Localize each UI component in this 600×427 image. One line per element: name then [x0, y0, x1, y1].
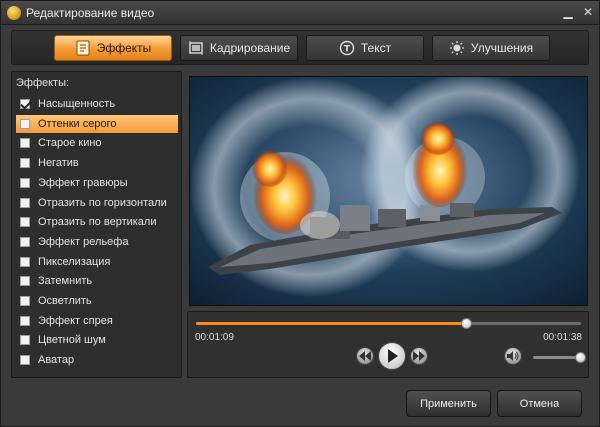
effect-label: Цветной шум [38, 334, 106, 347]
video-frame-image [190, 77, 587, 305]
speaker-icon [507, 351, 519, 361]
effect-checkbox[interactable] [20, 236, 30, 247]
effect-item[interactable]: Отразить по горизонтали [16, 194, 178, 212]
effect-label: Эффект гравюры [38, 176, 128, 189]
effect-item[interactable]: Отразить по вертикали [16, 213, 178, 231]
tab-label: Эффекты [96, 41, 152, 55]
apply-button[interactable]: Применить [406, 390, 491, 417]
effect-label: Негатив [38, 157, 79, 170]
video-preview [189, 76, 588, 306]
tab-bar: Эффекты Кадрирование T Текст Улучшения [11, 30, 589, 65]
effect-label: Отразить по вертикали [38, 216, 157, 229]
effects-panel-title: Эффекты: [16, 77, 70, 89]
effect-checkbox[interactable] [20, 138, 30, 149]
effects-icon [75, 40, 91, 56]
volume-slider[interactable] [533, 352, 586, 363]
volume-thumb[interactable] [575, 352, 586, 363]
effect-label: Эффект рельефа [38, 235, 129, 248]
progress-bar[interactable] [196, 318, 581, 329]
effect-item[interactable]: Осветлить [16, 292, 178, 310]
effect-item[interactable]: Затемнить [16, 272, 178, 290]
effect-checkbox[interactable] [20, 256, 30, 267]
text-icon: T [339, 40, 355, 56]
effect-item[interactable]: Цветной шум [16, 331, 178, 349]
rewind-icon [359, 351, 371, 361]
tab-label: Текст [360, 41, 392, 55]
effect-label: Эффект спрея [38, 314, 113, 327]
tab-label: Кадрирование [209, 41, 291, 55]
total-time: 00:01:38 [543, 332, 582, 343]
fast-forward-icon [413, 351, 425, 361]
effect-label: Осветлить [38, 295, 92, 307]
tab-text[interactable]: T Текст [306, 35, 424, 61]
effect-item[interactable]: Эффект рельефа [16, 233, 178, 251]
video-edit-window: Редактирование видео ▁ ✕ Эффекты Кадриро… [0, 0, 600, 427]
effect-checkbox[interactable] [20, 276, 30, 287]
effect-checkbox[interactable] [20, 197, 30, 208]
play-button[interactable] [378, 342, 406, 370]
effect-label: Затемнить [38, 275, 93, 288]
effect-label: Старое кино [38, 137, 102, 150]
effect-label: Насыщенность [38, 98, 116, 110]
effect-item[interactable]: Негатив [16, 154, 178, 172]
svg-text:T: T [344, 45, 351, 55]
progress-fill [196, 322, 466, 325]
brightness-icon [449, 40, 465, 56]
effect-item[interactable]: Эффект гравюры [16, 174, 178, 192]
effect-item[interactable]: Пикселизация [16, 253, 178, 271]
crop-icon [188, 40, 204, 56]
next-button[interactable] [410, 347, 428, 365]
window-title: Редактирование видео [26, 6, 155, 20]
tab-crop[interactable]: Кадрирование [180, 35, 298, 61]
tab-effects[interactable]: Эффекты [54, 35, 172, 61]
tab-enhancements[interactable]: Улучшения [432, 35, 550, 61]
cancel-button[interactable]: Отмена [497, 390, 582, 417]
minimize-button[interactable]: ▁ [559, 4, 577, 21]
effect-item[interactable]: Эффект спрея [16, 312, 178, 330]
effect-label: Пикселизация [38, 255, 111, 268]
effect-label: Отразить по горизонтали [38, 196, 167, 209]
progress-thumb[interactable] [460, 318, 472, 329]
effect-checkbox[interactable] [20, 335, 30, 346]
app-icon [7, 6, 21, 20]
effect-item[interactable]: Насыщенность [16, 95, 178, 113]
title-bar: Редактирование видео ▁ ✕ [1, 1, 599, 25]
player-panel: 00:01:09 00:01:38 [187, 311, 589, 378]
current-time: 00:01:09 [195, 332, 234, 343]
effect-item[interactable]: Оттенки серого [16, 114, 178, 133]
effect-item[interactable]: Аватар [16, 351, 178, 369]
tab-label: Улучшения [470, 41, 534, 55]
effect-checkbox[interactable] [20, 217, 30, 228]
effect-checkbox[interactable] [20, 355, 30, 366]
close-button[interactable]: ✕ [579, 4, 597, 21]
effect-checkbox[interactable] [20, 99, 30, 109]
effect-item[interactable]: Старое кино [16, 134, 178, 152]
effect-label: Аватар [38, 354, 75, 367]
previous-button[interactable] [356, 347, 374, 365]
volume-button[interactable] [504, 347, 522, 365]
effect-checkbox[interactable] [20, 177, 30, 188]
effect-checkbox[interactable] [20, 315, 30, 326]
effects-panel: Эффекты: Насыщенность Оттенки серого Старо… [11, 71, 182, 378]
effect-checkbox[interactable] [20, 158, 30, 169]
effect-checkbox[interactable] [20, 296, 30, 306]
play-icon [388, 349, 398, 363]
effect-checkbox[interactable] [20, 118, 30, 129]
effect-label: Оттенки серого [38, 117, 117, 130]
